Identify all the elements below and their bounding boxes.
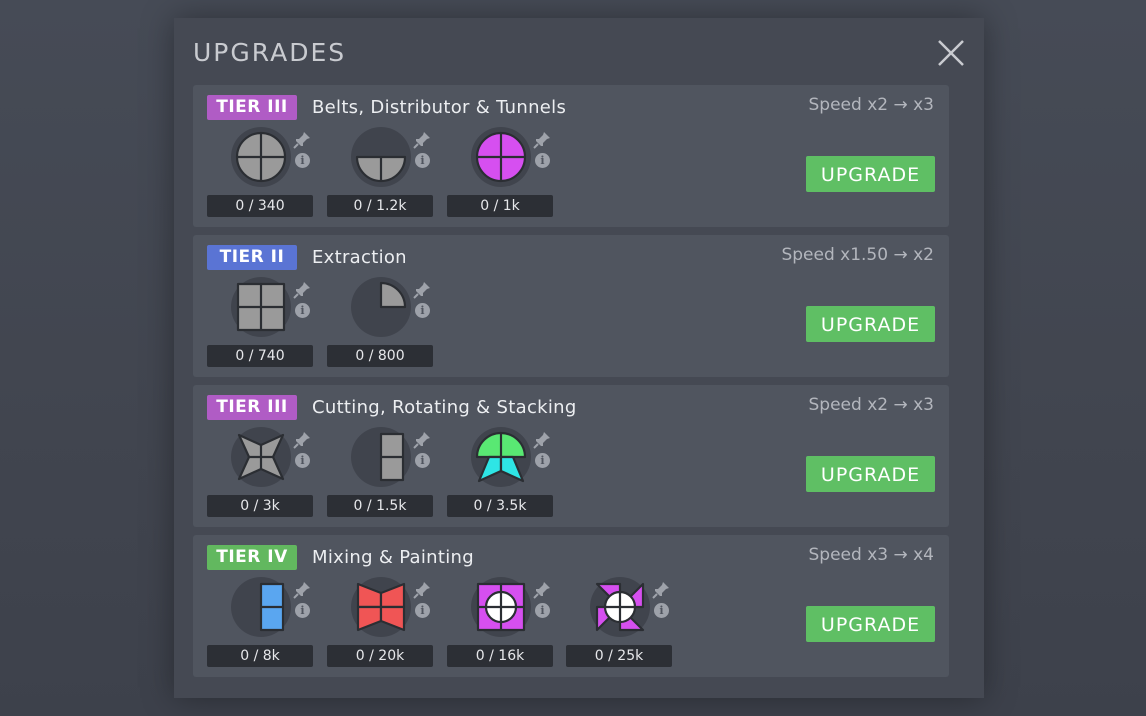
tier-badge: TIER II [207,245,297,270]
info-icon[interactable]: i [415,303,430,318]
requirement-progress: 0 / 340 [207,195,313,217]
star-gray-icon[interactable] [233,429,289,485]
requirement-item: i 0 / 740 [207,275,327,367]
requirement-item: i 0 / 800 [327,275,447,367]
upgrade-card: TIER III Belts, Distributor & Tunnels Spee… [193,85,949,227]
info-icon[interactable]: i [535,453,550,468]
requirement-item: i 0 / 1.5k [327,425,447,517]
upgrade-button[interactable]: UPGRADE [806,456,935,492]
pin-icon[interactable] [533,431,551,449]
pin-icon[interactable] [533,581,551,599]
square-purple-circle-white-icon[interactable] [473,579,529,635]
info-icon[interactable]: i [415,453,430,468]
requirement-progress: 0 / 3k [207,495,313,517]
quarter-circle-gray-icon[interactable] [353,279,409,335]
tier-badge: TIER III [207,395,297,420]
requirement-item: i 0 / 3k [207,425,327,517]
requirement-progress: 0 / 740 [207,345,313,367]
upgrade-card: TIER IV Mixing & Painting Speed x3 → x4 i 0 … [193,535,949,677]
requirement-progress: 0 / 8k [207,645,313,667]
pin-icon[interactable] [413,131,431,149]
upgrade-name: Cutting, Rotating & Stacking [312,397,577,418]
requirement-progress: 0 / 1.2k [327,195,433,217]
upgrade-button[interactable]: UPGRADE [806,306,935,342]
info-icon[interactable]: i [535,153,550,168]
info-icon[interactable]: i [295,303,310,318]
square-gray-quarters-icon[interactable] [233,279,289,335]
circle-green-star-cyan-icon[interactable] [473,429,529,485]
windmill-purple-circle-white-icon[interactable] [592,579,648,635]
speed-change: Speed x3 → x4 [808,545,935,565]
dialog-title: UPGRADES [193,38,347,67]
windmill-red-icon[interactable] [353,579,409,635]
requirement-item: i 0 / 3.5k [447,425,567,517]
info-icon[interactable]: i [295,453,310,468]
tier-badge: TIER III [207,95,297,120]
upgrade-name: Extraction [312,247,407,268]
info-icon[interactable]: i [415,603,430,618]
info-icon[interactable]: i [295,153,310,168]
upgrade-name: Mixing & Painting [312,547,474,568]
pin-icon[interactable] [652,581,670,599]
requirement-progress: 0 / 800 [327,345,433,367]
pin-icon[interactable] [413,281,431,299]
pin-icon[interactable] [293,131,311,149]
tier-badge: TIER IV [207,545,297,570]
pin-icon[interactable] [293,281,311,299]
pin-icon[interactable] [293,431,311,449]
requirement-progress: 0 / 25k [566,645,672,667]
half-square-blue-icon[interactable] [233,579,289,635]
pin-icon[interactable] [413,581,431,599]
speed-change: Speed x1.50 → x2 [781,245,934,265]
info-icon[interactable]: i [654,603,669,618]
speed-change: Speed x2 → x3 [808,395,935,415]
requirement-item: i 0 / 1k [447,125,567,217]
upgrade-button[interactable]: UPGRADE [806,156,935,192]
requirement-item: i 0 / 8k [207,575,327,667]
requirement-progress: 0 / 20k [327,645,433,667]
requirement-progress: 0 / 16k [447,645,553,667]
close-icon[interactable] [934,36,968,70]
info-icon[interactable]: i [535,603,550,618]
speed-change: Speed x2 → x3 [808,95,935,115]
pin-icon[interactable] [293,581,311,599]
info-icon[interactable]: i [415,153,430,168]
upgrade-card: TIER II Extraction Speed x1.50 → x2 i 0 / 74… [193,235,949,377]
requirement-item: i 0 / 340 [207,125,327,217]
requirement-item: i 0 / 20k [327,575,447,667]
half-square-gray-icon[interactable] [353,429,409,485]
circle-gray-quarters-icon[interactable] [233,129,289,185]
pin-icon[interactable] [413,431,431,449]
upgrade-name: Belts, Distributor & Tunnels [312,97,567,118]
requirement-item: i 0 / 25k [566,575,686,667]
requirement-item: i 0 / 1.2k [327,125,447,217]
requirement-progress: 0 / 1k [447,195,553,217]
circle-purple-quarters-icon[interactable] [473,129,529,185]
upgrades-dialog: UPGRADES TIER III Belts, Distributor & Tu… [174,18,984,698]
upgrade-card: TIER III Cutting, Rotating & Stacking Spee… [193,385,949,527]
info-icon[interactable]: i [295,603,310,618]
upgrade-button[interactable]: UPGRADE [806,606,935,642]
half-circle-gray-icon[interactable] [353,129,409,185]
requirement-item: i 0 / 16k [447,575,567,667]
requirement-progress: 0 / 1.5k [327,495,433,517]
requirement-progress: 0 / 3.5k [447,495,553,517]
pin-icon[interactable] [533,131,551,149]
